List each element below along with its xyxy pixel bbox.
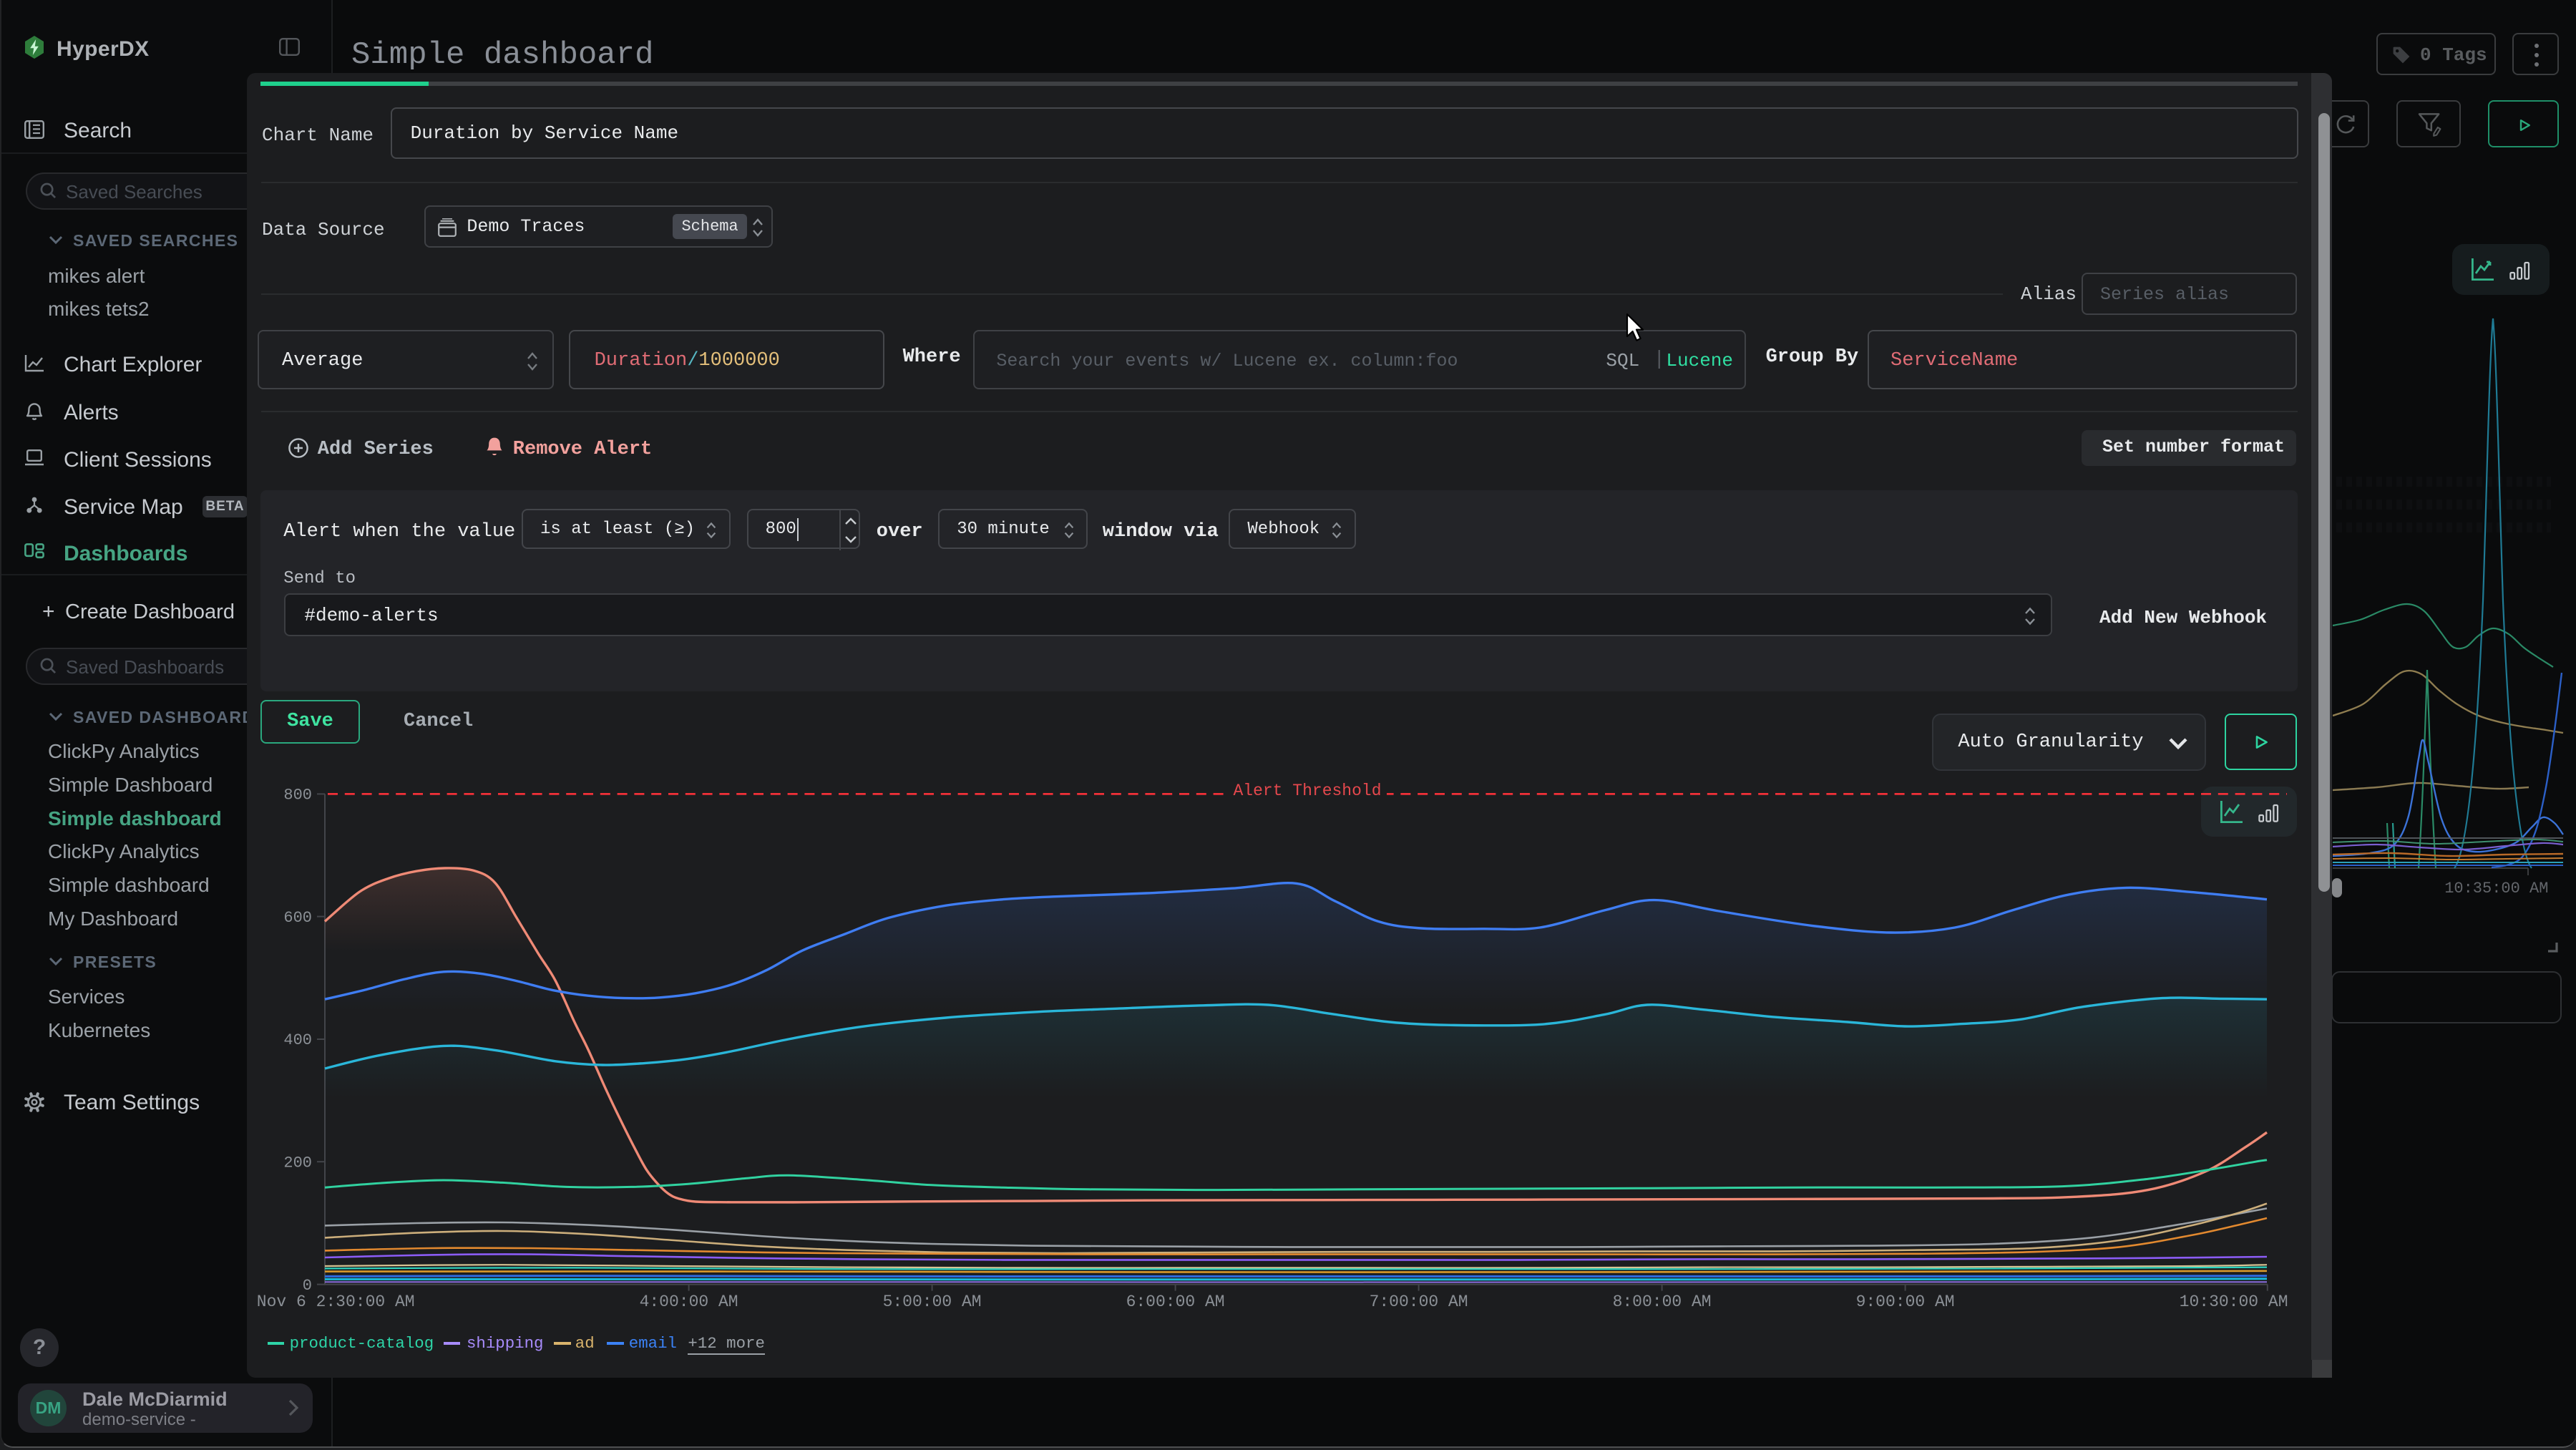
svg-text:Alert Threshold: Alert Threshold xyxy=(1233,782,1381,800)
svg-text:400: 400 xyxy=(283,1031,312,1049)
svg-text:Nov 6 2:30:00 AM: Nov 6 2:30:00 AM xyxy=(257,1293,415,1311)
svg-text:4:00:00 AM: 4:00:00 AM xyxy=(640,1293,738,1311)
svg-text:10:30:00 AM: 10:30:00 AM xyxy=(2180,1293,2288,1311)
svg-text:200: 200 xyxy=(283,1154,312,1172)
svg-text:6:00:00 AM: 6:00:00 AM xyxy=(1126,1293,1225,1311)
svg-text:8:00:00 AM: 8:00:00 AM xyxy=(1613,1293,1712,1311)
svg-text:7:00:00 AM: 7:00:00 AM xyxy=(1370,1293,1468,1311)
svg-text:5:00:00 AM: 5:00:00 AM xyxy=(883,1293,982,1311)
svg-text:600: 600 xyxy=(283,909,312,927)
svg-text:9:00:00 AM: 9:00:00 AM xyxy=(1856,1293,1955,1311)
svg-text:800: 800 xyxy=(283,787,312,804)
